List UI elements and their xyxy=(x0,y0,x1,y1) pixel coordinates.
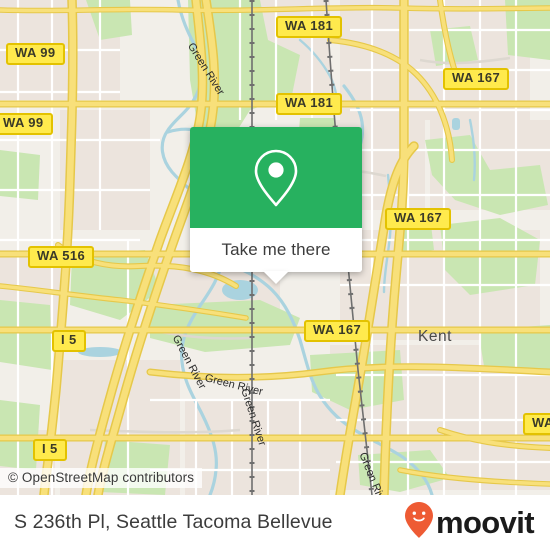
moovit-map-screenshot: Green River Green River Green River Gree… xyxy=(0,0,550,550)
destination-popup-card[interactable]: Take me there xyxy=(190,127,362,284)
place-label-kent: Kent xyxy=(418,328,452,345)
footer-bar: S 236th Pl, Seattle Tacoma Bellevue moov… xyxy=(0,495,550,550)
road-shield[interactable]: WA 167 xyxy=(304,320,371,342)
road-shield[interactable]: WA 181 xyxy=(276,16,343,38)
road-shield[interactable]: WA 99 xyxy=(6,43,65,65)
take-me-there-button[interactable]: Take me there xyxy=(190,228,362,284)
road-shield[interactable]: WA 167 xyxy=(443,68,510,90)
moovit-pin-icon xyxy=(404,501,434,544)
road-shield[interactable]: I 5 xyxy=(52,330,86,352)
map-pin-icon xyxy=(249,147,303,209)
road-shield[interactable]: WA 181 xyxy=(276,93,343,115)
map-attribution: © OpenStreetMap contributors xyxy=(0,468,203,488)
road-shield[interactable]: WA 516 xyxy=(28,246,95,268)
popup-pin-area xyxy=(190,127,362,228)
popup-pointer-tail xyxy=(263,271,289,284)
take-me-there-label: Take me there xyxy=(221,240,331,259)
road-shield[interactable]: WA 516 xyxy=(523,413,550,435)
address-text: S 236th Pl, Seattle Tacoma Bellevue xyxy=(14,511,333,533)
moovit-logo[interactable]: moovit xyxy=(404,501,535,544)
road-shield[interactable]: I 5 xyxy=(33,439,67,461)
road-shield[interactable]: WA 167 xyxy=(385,208,452,230)
moovit-wordmark: moovit xyxy=(435,505,535,540)
map-canvas[interactable]: Green River Green River Green River Gree… xyxy=(0,0,550,495)
road-shield[interactable]: WA 99 xyxy=(0,113,53,135)
